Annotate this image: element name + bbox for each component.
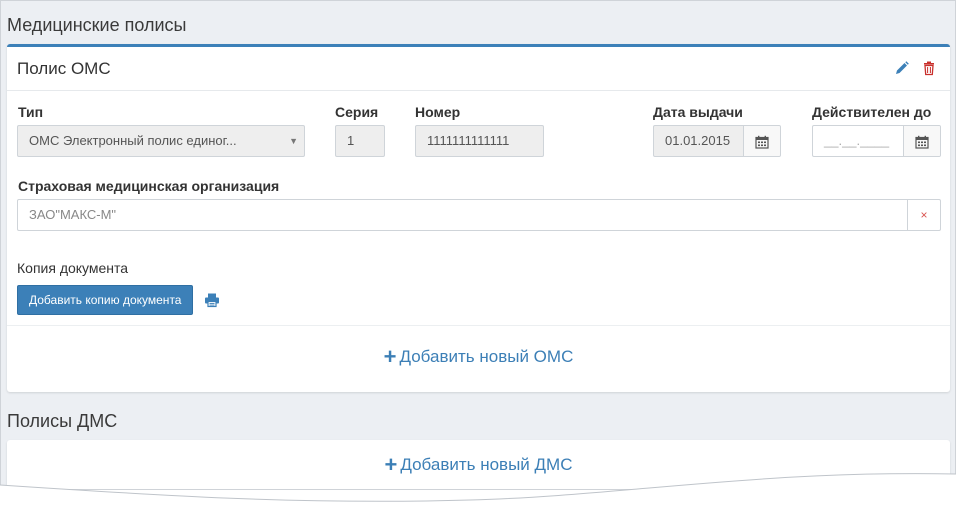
section-title-dms: Полисы ДМС (7, 411, 118, 431)
add-new-oms-link[interactable]: + Добавить новый ОМС (7, 344, 950, 370)
issue-date-value: 01.01.2015 (665, 133, 731, 148)
plus-icon: + (383, 344, 397, 369)
oms-card-header: Полис ОМС (7, 47, 950, 91)
insurer-input[interactable]: ЗАО"МАКС-М" × (17, 199, 941, 231)
calendar-icon[interactable] (903, 126, 940, 156)
valid-until-label: Действителен до (812, 104, 932, 120)
add-new-oms-label: Добавить новый ОМС (399, 347, 574, 366)
issue-date-label: Дата выдачи (653, 104, 743, 120)
insurer-label: Страховая медицинская организация (18, 178, 280, 194)
plus-icon: + (384, 452, 398, 477)
clear-icon[interactable]: × (907, 200, 940, 230)
series-input[interactable]: 1 (335, 125, 385, 157)
card-divider (7, 325, 950, 326)
section-title-oms: Медицинские полисы (7, 15, 187, 35)
add-document-copy-button[interactable]: Добавить копию документа (17, 285, 194, 315)
oms-card-title: Полис ОМС (17, 59, 111, 78)
oms-policy-card: Полис ОМС Тип Серия Номер Дата выдачи Де… (7, 44, 950, 392)
trash-icon[interactable] (921, 60, 937, 76)
add-new-dms-label: Добавить новый ДМС (400, 455, 573, 474)
valid-until-input[interactable]: __.__.____ (812, 125, 941, 157)
type-select[interactable]: ОМС Электронный полис единог... ▼ (17, 125, 305, 157)
chevron-down-icon: ▼ (289, 136, 298, 146)
pencil-icon[interactable] (894, 60, 910, 76)
type-select-value: ОМС Электронный полис единог... (29, 133, 237, 148)
page-frame: Медицинские полисы Полис ОМС Тип Серия Н… (0, 0, 956, 490)
dms-policy-card: + Добавить новый ДМС (7, 440, 950, 489)
valid-until-placeholder: __.__.____ (824, 133, 890, 148)
printer-icon[interactable] (204, 292, 220, 308)
insurer-value: ЗАО"МАКС-М" (29, 207, 117, 222)
series-label: Серия (335, 104, 379, 120)
document-copy-label: Копия документа (17, 260, 129, 276)
type-label: Тип (18, 104, 44, 120)
number-input[interactable]: 1111111111111 (415, 125, 544, 157)
calendar-icon[interactable] (743, 126, 780, 156)
number-label: Номер (415, 104, 461, 120)
issue-date-input[interactable]: 01.01.2015 (653, 125, 781, 157)
add-new-dms-link[interactable]: + Добавить новый ДМС (7, 452, 950, 478)
